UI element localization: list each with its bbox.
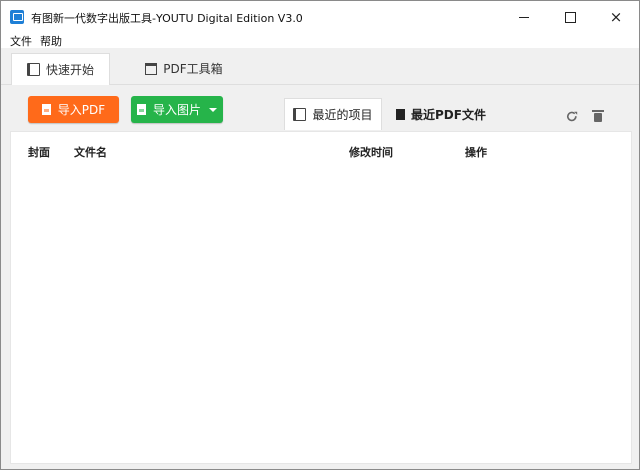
tab-recent-projects[interactable]: 最近的项目 [284,98,382,130]
minimize-icon [519,16,529,18]
import-pdf-label: 导入PDF [57,103,106,117]
book-icon [293,108,307,121]
tab-recent-pdf-files[interactable]: 最近PDF文件 [393,99,489,130]
app-logo-icon [10,10,24,24]
tab-quick-start-label: 快速开始 [45,63,94,77]
maximize-icon [564,11,576,23]
menu-help[interactable]: 帮助 [40,33,62,49]
menu-file[interactable]: 文件 [10,33,32,49]
toolbox-icon [145,62,158,75]
column-cover: 封面 [28,146,50,159]
recent-projects-list: 封面 文件名 修改时间 操作 [10,131,632,464]
main-tab-bar: 快速开始 PDF工具箱 [1,48,639,85]
maximize-button[interactable] [547,1,593,33]
minimize-button[interactable] [501,1,547,33]
application-window: 有图新一代数字出版工具-YOUTU Digital Edition V3.0 ×… [0,0,640,470]
close-icon: × [609,7,623,26]
title-bar[interactable]: 有图新一代数字出版工具-YOUTU Digital Edition V3.0 × [1,1,639,33]
dropdown-caret-icon[interactable] [209,107,217,112]
refresh-icon[interactable] [565,110,579,124]
book-icon [26,63,40,76]
tab-pdf-toolbox[interactable]: PDF工具箱 [129,53,239,84]
tab-recent-projects-label: 最近的项目 [312,108,373,122]
window-title: 有图新一代数字出版工具-YOUTU Digital Edition V3.0 [31,12,303,25]
close-button[interactable]: × [593,1,639,33]
pdf-file-icon [396,109,406,120]
trash-icon[interactable] [591,109,605,124]
column-filename: 文件名 [74,146,107,159]
column-modified-time: 修改时间 [349,146,393,159]
image-file-icon [136,104,146,115]
import-image-button[interactable]: 导入图片 [131,96,223,123]
pdf-file-icon [41,104,51,115]
trash-can-shape [592,109,604,122]
tab-recent-pdf-files-label: 最近PDF文件 [411,108,486,122]
import-pdf-button[interactable]: 导入PDF [28,96,119,123]
tab-quick-start[interactable]: 快速开始 [11,53,110,85]
import-image-label: 导入图片 [152,103,201,117]
column-actions: 操作 [465,146,487,159]
tab-pdf-toolbox-label: PDF工具箱 [163,62,223,76]
menu-bar: 文件 帮助 [1,31,639,48]
